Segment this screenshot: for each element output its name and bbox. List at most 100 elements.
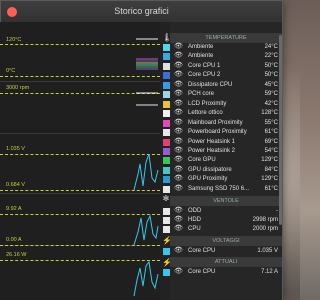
sensor-name: Power Heatsink 2 xyxy=(188,147,236,154)
sensor-value: 24°C xyxy=(264,44,278,50)
sensor-name: Core CPU 2 xyxy=(188,72,221,79)
current-graph xyxy=(133,214,159,246)
eye-icon[interactable]: 👁 xyxy=(174,174,183,182)
color-swatch[interactable] xyxy=(163,226,170,233)
eye-icon[interactable]: 👁 xyxy=(174,80,183,88)
graph-panel-current: 9.92 A 0.00 A xyxy=(0,194,160,246)
sensor-name: Core GPU xyxy=(188,157,216,164)
sensor-value: 128°C xyxy=(261,110,278,117)
sensor-value: 22°C xyxy=(264,53,278,60)
eye-icon[interactable]: 👁 xyxy=(174,118,183,126)
sensor-value: 45°C xyxy=(264,81,278,88)
eye-icon[interactable]: 👁 xyxy=(174,267,183,275)
fan-graph xyxy=(136,92,158,106)
color-swatch[interactable] xyxy=(163,248,170,255)
section-fans: VENTOLE xyxy=(170,196,282,206)
window-title: Storico grafici xyxy=(114,6,169,16)
color-swatch[interactable] xyxy=(163,81,170,89)
graph-area: 120°C 0°C 3000 rpm 1.035 V 0.684 V 9.92 … xyxy=(0,22,160,300)
color-swatch[interactable] xyxy=(163,72,170,80)
sensor-value: 61°C xyxy=(264,185,278,192)
sensor-name: Mainboard Proximity xyxy=(188,119,243,126)
sensor-value: 55°C xyxy=(264,119,278,126)
section-temperature: TEMPERATURE xyxy=(170,33,282,43)
eye-icon[interactable]: 👁 xyxy=(174,206,183,214)
sensor-name: Core CPU xyxy=(188,269,216,275)
sensor-name: PCH core xyxy=(188,91,215,98)
sensor-name: GPU Proximity xyxy=(188,176,228,183)
sensor-value: 129°C xyxy=(261,157,278,164)
thermometer-icon: 🌡 xyxy=(162,33,173,42)
eye-icon[interactable]: 👁 xyxy=(174,246,183,254)
eye-icon[interactable]: 👁 xyxy=(174,224,183,232)
sensor-name: Core CPU 1 xyxy=(188,62,221,69)
eye-icon[interactable]: 👁 xyxy=(174,127,183,135)
color-swatch[interactable] xyxy=(163,157,170,165)
section-voltages: VOLTAGGI xyxy=(170,236,282,246)
color-swatch[interactable] xyxy=(163,53,170,61)
sensor-name: LCD Proximity xyxy=(188,100,227,107)
color-swatch[interactable] xyxy=(163,269,170,276)
eye-icon[interactable]: 👁 xyxy=(174,51,183,59)
sensor-name: HDD xyxy=(188,217,201,223)
eye-icon[interactable]: 👁 xyxy=(174,137,183,145)
sensor-name: Samsung SSD 750 6... xyxy=(188,185,250,192)
eye-icon[interactable]: 👁 xyxy=(174,146,183,154)
color-swatch[interactable] xyxy=(163,119,170,127)
sensor-row[interactable]: 👁 CPU 2000 rpm xyxy=(160,225,282,234)
power-graph xyxy=(133,260,159,297)
eye-icon[interactable]: 👁 xyxy=(174,165,183,173)
fan-icon: ✻ xyxy=(162,194,170,203)
titlebar[interactable]: Storico grafici xyxy=(1,1,282,23)
color-swatch[interactable] xyxy=(163,185,170,193)
lightning-icon: ⚡ xyxy=(162,236,172,245)
eye-icon[interactable]: 👁 xyxy=(174,155,183,163)
sensor-name: ODD xyxy=(188,208,202,214)
sensor-value: 129°C xyxy=(261,176,278,183)
color-swatch[interactable] xyxy=(163,208,170,215)
eye-icon[interactable]: 👁 xyxy=(174,184,183,192)
eye-icon[interactable]: 👁 xyxy=(174,99,183,107)
eye-icon[interactable]: 👁 xyxy=(174,89,183,97)
graph-panel-fans: 3000 rpm xyxy=(0,82,160,134)
color-swatch[interactable] xyxy=(163,217,170,224)
sensor-value: 59°C xyxy=(264,91,278,98)
graph-panel-temperature: 120°C 0°C xyxy=(0,22,160,82)
eye-icon[interactable]: 👁 xyxy=(174,70,183,78)
sensor-name: Ambiente xyxy=(188,44,214,50)
color-swatch[interactable] xyxy=(163,44,170,51)
graph-panel-power: 26.16 W xyxy=(0,246,160,300)
sensor-value: 42°C xyxy=(264,100,278,107)
lightning-icon: ⚡ xyxy=(162,258,172,267)
sensor-row[interactable]: 👁 Core CPU 7.12 A xyxy=(160,268,282,277)
eye-icon[interactable]: 👁 xyxy=(174,108,183,116)
color-swatch[interactable] xyxy=(163,138,170,146)
sensor-name: Dissipatore CPU xyxy=(188,81,233,88)
sensor-row[interactable]: 👁 Core CPU 1.035 V xyxy=(160,247,282,256)
eye-icon[interactable]: 👁 xyxy=(174,215,183,223)
color-swatch[interactable] xyxy=(163,129,170,137)
color-swatch[interactable] xyxy=(163,100,170,108)
color-swatch[interactable] xyxy=(163,176,170,184)
sensor-name: Power Heatsink 1 xyxy=(188,138,236,145)
sensor-value: 69°C xyxy=(264,138,278,145)
sensor-name: Powerboard Proximity xyxy=(188,129,247,136)
section-currents: ATTUALI xyxy=(170,257,282,267)
color-swatch[interactable] xyxy=(163,110,170,118)
sensor-value: - xyxy=(276,208,278,214)
color-swatch[interactable] xyxy=(163,91,170,99)
sensor-name: CPU xyxy=(188,226,201,232)
color-swatch[interactable] xyxy=(163,62,170,70)
eye-icon[interactable]: 👁 xyxy=(174,42,183,50)
sensor-value: 2998 rpm xyxy=(252,217,278,223)
temperature-graph xyxy=(136,38,158,70)
sensor-value: 50°C xyxy=(264,62,278,69)
sensor-value: 61°C xyxy=(264,129,278,136)
scrollbar[interactable] xyxy=(279,35,282,225)
sensor-value: 1.035 V xyxy=(257,248,278,254)
color-swatch[interactable] xyxy=(163,147,170,155)
sensor-row[interactable]: 👁 Samsung SSD 750 6... 61°C xyxy=(160,185,282,194)
graph-panel-voltage: 1.035 V 0.684 V xyxy=(0,134,160,194)
color-swatch[interactable] xyxy=(163,166,170,174)
eye-icon[interactable]: 👁 xyxy=(174,61,183,69)
